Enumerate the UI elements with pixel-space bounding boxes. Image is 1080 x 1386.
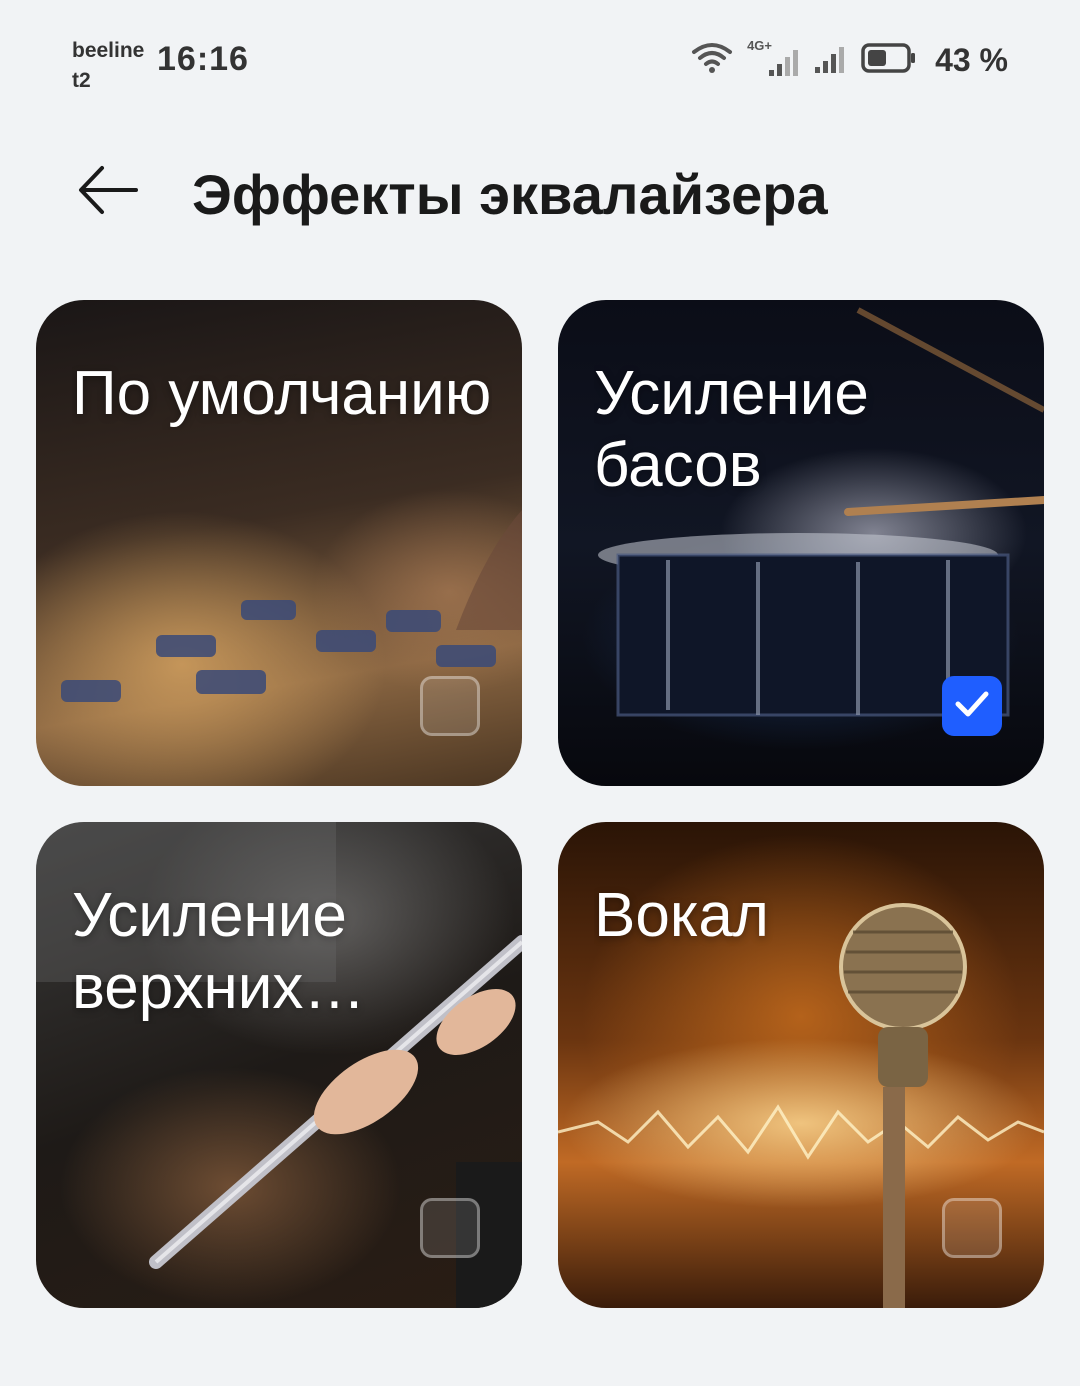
arrow-left-icon [76, 162, 140, 223]
effect-label: Усиление басов [594, 359, 869, 500]
effect-label: Вокал [594, 881, 769, 950]
wifi-icon [691, 41, 733, 80]
system-icons: 4G+ 43 % [691, 38, 1008, 80]
effect-card-treble-boost[interactable]: Усиление верхних частот [36, 822, 522, 1308]
effect-card-default[interactable]: По умолчанию [36, 300, 522, 786]
carrier-name: beeline t2 [72, 36, 144, 96]
effect-checkbox[interactable] [420, 1198, 480, 1258]
cellular-4g-signal-icon: 4G+ [747, 38, 799, 78]
status-bar: beeline t2 16:16 4G+ 43 % [0, 0, 1080, 110]
checkmark-icon [954, 689, 990, 724]
effect-checkbox-checked[interactable] [942, 676, 1002, 736]
effect-checkbox[interactable] [942, 1198, 1002, 1258]
carrier-line-1: beeline [72, 39, 145, 62]
effect-card-vocal[interactable]: Вокал [558, 822, 1044, 1308]
back-button[interactable] [72, 160, 144, 224]
effect-label: По умолчанию [72, 359, 492, 428]
effect-card-bass-boost[interactable]: Усиление басов [558, 300, 1044, 786]
cellular-signal-icon [813, 41, 847, 80]
effect-checkbox[interactable] [420, 676, 480, 736]
carrier-line-2: t2 [72, 69, 91, 92]
clock: 16:16 [157, 40, 249, 78]
page-title: Эффекты эквалайзера [192, 163, 828, 226]
app-header: Эффекты эквалайзера [0, 140, 1080, 250]
battery-icon [861, 42, 917, 79]
effect-label: Усиление верхних частот [72, 881, 347, 1022]
network-badge: 4G+ [747, 38, 772, 53]
battery-percentage: 43 % [935, 41, 1008, 78]
